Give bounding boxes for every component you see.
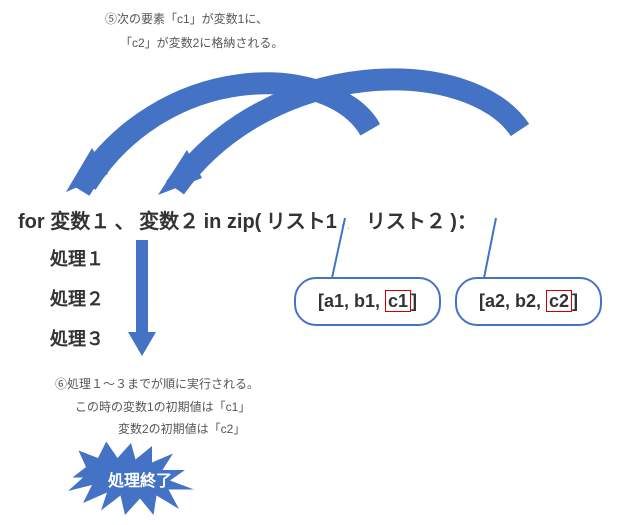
close-paren: )： bbox=[450, 211, 477, 233]
list1-item-highlighted: c1 bbox=[385, 290, 411, 312]
annotation-bottom-line1: ⑥処理１～３までが順に実行される。 bbox=[55, 375, 259, 392]
for-statement: for 変数１ 、 変数２ in zip( リスト1 、 リスト２ )： bbox=[18, 205, 477, 234]
list2-bubble: [a2, b2, c2] bbox=[455, 277, 602, 326]
process-2: 処理２ bbox=[50, 285, 104, 311]
process-3: 処理３ bbox=[50, 325, 104, 351]
list2-item: a2 bbox=[485, 291, 505, 311]
arrow-down-icon bbox=[130, 240, 154, 360]
list1-item: a1 bbox=[324, 291, 344, 311]
end-starburst: 処理終了 bbox=[65, 440, 215, 515]
list2-item: b2 bbox=[515, 291, 536, 311]
variable-1: 変数１ bbox=[50, 211, 110, 233]
separator: 、 bbox=[115, 211, 135, 233]
list1-item: b1 bbox=[354, 291, 375, 311]
list-1: リスト1 bbox=[266, 211, 337, 233]
list1-bubble: [a1, b1, c1] bbox=[294, 277, 441, 326]
annotation-top-line1: ⑤次の要素「c1」が変数1に、 bbox=[105, 10, 268, 27]
for-keyword: for bbox=[18, 211, 50, 233]
variable-2: 変数２ bbox=[139, 211, 199, 233]
in-zip-open: in zip( bbox=[204, 211, 262, 233]
list-2: リスト２ bbox=[366, 211, 446, 233]
annotation-bottom-line3: 変数2の初期値は「c2」 bbox=[118, 420, 245, 437]
list2-item-highlighted: c2 bbox=[546, 290, 572, 312]
annotation-top-line2: 「c2」が変数2に格納される。 bbox=[120, 34, 283, 51]
end-label: 処理終了 bbox=[65, 467, 215, 491]
annotation-bottom-line2: この時の変数1の初期値は「c1」 bbox=[75, 398, 250, 415]
process-1: 処理１ bbox=[50, 245, 104, 271]
separator-2: 、 bbox=[341, 211, 361, 233]
